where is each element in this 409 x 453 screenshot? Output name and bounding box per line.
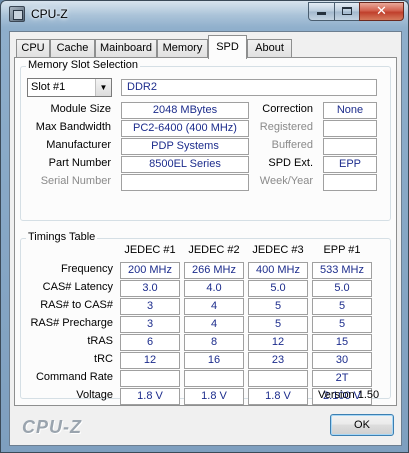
maximize-button[interactable] [334, 2, 360, 21]
timings-column-header: JEDEC #2 [188, 244, 240, 256]
timings-cell: 200 MHz [120, 262, 180, 279]
timings-row-label: Command Rate [35, 371, 113, 383]
spd-ext-label: SPD Ext. [268, 157, 313, 169]
timings-cell: 400 MHz [248, 262, 308, 279]
chevron-down-icon[interactable]: ▼ [95, 79, 111, 96]
timings-cell: 1.8 V [248, 388, 308, 405]
tab-mainboard[interactable]: Mainboard [95, 39, 157, 58]
tab-cache[interactable]: Cache [50, 39, 95, 58]
ok-button[interactable]: OK [330, 414, 394, 436]
module-size-label: Module Size [50, 103, 111, 115]
title-bar[interactable]: CPU-Z ✕ [1, 1, 408, 27]
timings-cell: 3.0 [120, 280, 180, 297]
timings-cell [120, 370, 180, 387]
timings-group-title: Timings Table [26, 231, 98, 243]
manufacturer-value: PDP Systems [121, 138, 249, 155]
minimize-button[interactable] [308, 2, 335, 21]
tab-spd[interactable]: SPD [208, 35, 247, 59]
tab-memory[interactable]: Memory [157, 39, 208, 58]
timings-row-label: Voltage [76, 389, 113, 401]
timings-cell: 2T [312, 370, 372, 387]
spd-ext-value: EPP [323, 156, 377, 173]
week-year-value [323, 174, 377, 191]
buffered-value [323, 138, 377, 155]
timings-cell: 5 [248, 298, 308, 315]
timings-cell: 8 [184, 334, 244, 351]
close-button[interactable]: ✕ [359, 2, 404, 21]
timings-cell: 12 [120, 352, 180, 369]
timings-cell: 4 [184, 316, 244, 333]
serial-number-value [121, 174, 249, 191]
timings-cell: 266 MHz [184, 262, 244, 279]
max-bandwidth-label: Max Bandwidth [35, 121, 111, 133]
timings-cell [184, 370, 244, 387]
timings-row-label: tRAS [87, 335, 113, 347]
timings-cell: 5.0 [248, 280, 308, 297]
timings-cell: 3 [120, 298, 180, 315]
timings-row-label: tRC [94, 353, 113, 365]
registered-value [323, 120, 377, 137]
timings-column-header: JEDEC #1 [124, 244, 176, 256]
timings-cell: 1.8 V [120, 388, 180, 405]
tab-about[interactable]: About [247, 39, 292, 58]
cpuz-logo: CPU-Z [22, 417, 82, 437]
timings-cell [248, 370, 308, 387]
registered-label: Registered [259, 121, 313, 133]
memory-slot-group: Memory Slot Selection Slot #1 ▼ DDR2 Mod… [20, 59, 391, 221]
timings-group: Timings Table JEDEC #1 JEDEC #2 JEDEC #3 EP… [20, 231, 391, 405]
timings-cell: 5.0 [312, 280, 372, 297]
slot-select[interactable]: Slot #1 ▼ [27, 78, 112, 97]
timings-cell: 5 [248, 316, 308, 333]
timings-cell: 4.0 [184, 280, 244, 297]
timings-row-label: RAS# to CAS# [40, 299, 113, 311]
app-icon [9, 6, 25, 22]
memory-slot-group-title: Memory Slot Selection [26, 59, 141, 71]
module-type-value: DDR2 [121, 79, 377, 96]
timings-cell: 4 [184, 298, 244, 315]
window-title: CPU-Z [31, 7, 68, 21]
version-label: Version 1.50 [318, 389, 380, 401]
tab-cpu[interactable]: CPU [16, 39, 50, 58]
timings-row-label: CAS# Latency [42, 281, 113, 293]
client-area: CPU Cache Mainboard Memory SPD About Mem… [9, 31, 402, 446]
timings-cell: 5 [312, 298, 372, 315]
timings-cell: 16 [184, 352, 244, 369]
timings-cell: 6 [120, 334, 180, 351]
minimize-icon [317, 12, 326, 15]
part-number-label: Part Number [48, 157, 111, 169]
timings-row-label: RAS# Precharge [30, 317, 113, 329]
timings-row-label: Frequency [61, 263, 113, 275]
spd-tab-panel: Memory Slot Selection Slot #1 ▼ DDR2 Mod… [14, 57, 397, 406]
timings-cell: 5 [312, 316, 372, 333]
timings-column-header: JEDEC #3 [252, 244, 304, 256]
part-number-value: 8500EL Series [121, 156, 249, 173]
week-year-label: Week/Year [259, 175, 313, 187]
correction-label: Correction [262, 103, 313, 115]
timings-cell: 12 [248, 334, 308, 351]
max-bandwidth-value: PC2-6400 (400 MHz) [121, 120, 249, 137]
close-icon: ✕ [376, 3, 387, 18]
maximize-icon [342, 7, 352, 15]
serial-number-label: Serial Number [40, 175, 111, 187]
timings-column-header: EPP #1 [323, 244, 361, 256]
manufacturer-label: Manufacturer [46, 139, 111, 151]
timings-cell: 23 [248, 352, 308, 369]
buffered-label: Buffered [271, 139, 313, 151]
timings-cell: 15 [312, 334, 372, 351]
slot-select-value: Slot #1 [31, 81, 66, 93]
timings-cell: 533 MHz [312, 262, 372, 279]
correction-value: None [323, 102, 377, 119]
module-size-value: 2048 MBytes [121, 102, 249, 119]
timings-cell: 30 [312, 352, 372, 369]
timings-cell: 1.8 V [184, 388, 244, 405]
cpuz-window: CPU-Z ✕ CPU Cache Mainboard Memory SPD A… [0, 0, 409, 453]
timings-cell: 3 [120, 316, 180, 333]
